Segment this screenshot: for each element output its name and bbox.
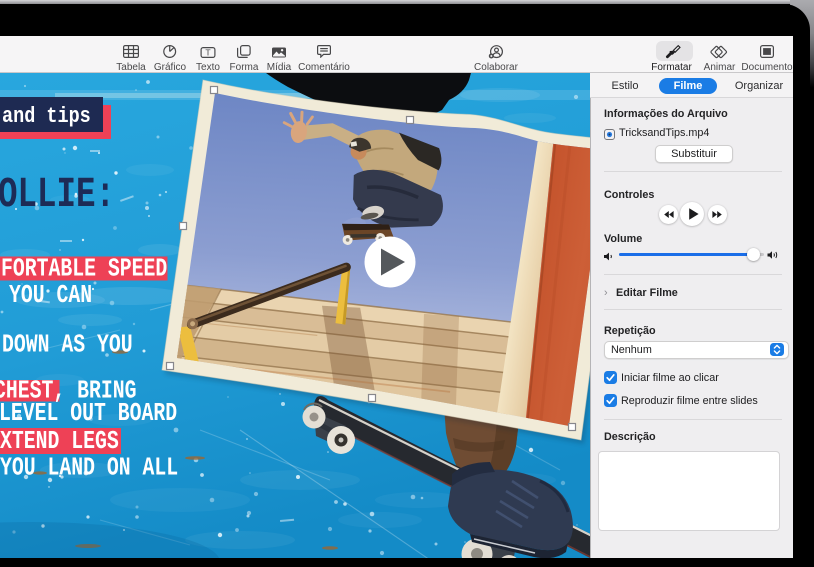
svg-text:FORTABLE SPEED: FORTABLE SPEED: [1, 254, 167, 283]
svg-text:DOWN AS YOU: DOWN AS YOU: [2, 330, 133, 359]
svg-text:LEVEL OUT BOARD: LEVEL OUT BOARD: [0, 399, 177, 428]
svg-text:and tips: and tips: [2, 105, 91, 130]
svg-text:XTEND LEGS: XTEND LEGS: [0, 427, 119, 456]
svg-text:YOU LAND ON ALL: YOU LAND ON ALL: [0, 453, 178, 482]
svg-text:OLLIE:: OLLIE:: [0, 171, 115, 219]
svg-text:YOU CAN: YOU CAN: [9, 281, 92, 310]
svg-text:T: T: [205, 48, 211, 58]
